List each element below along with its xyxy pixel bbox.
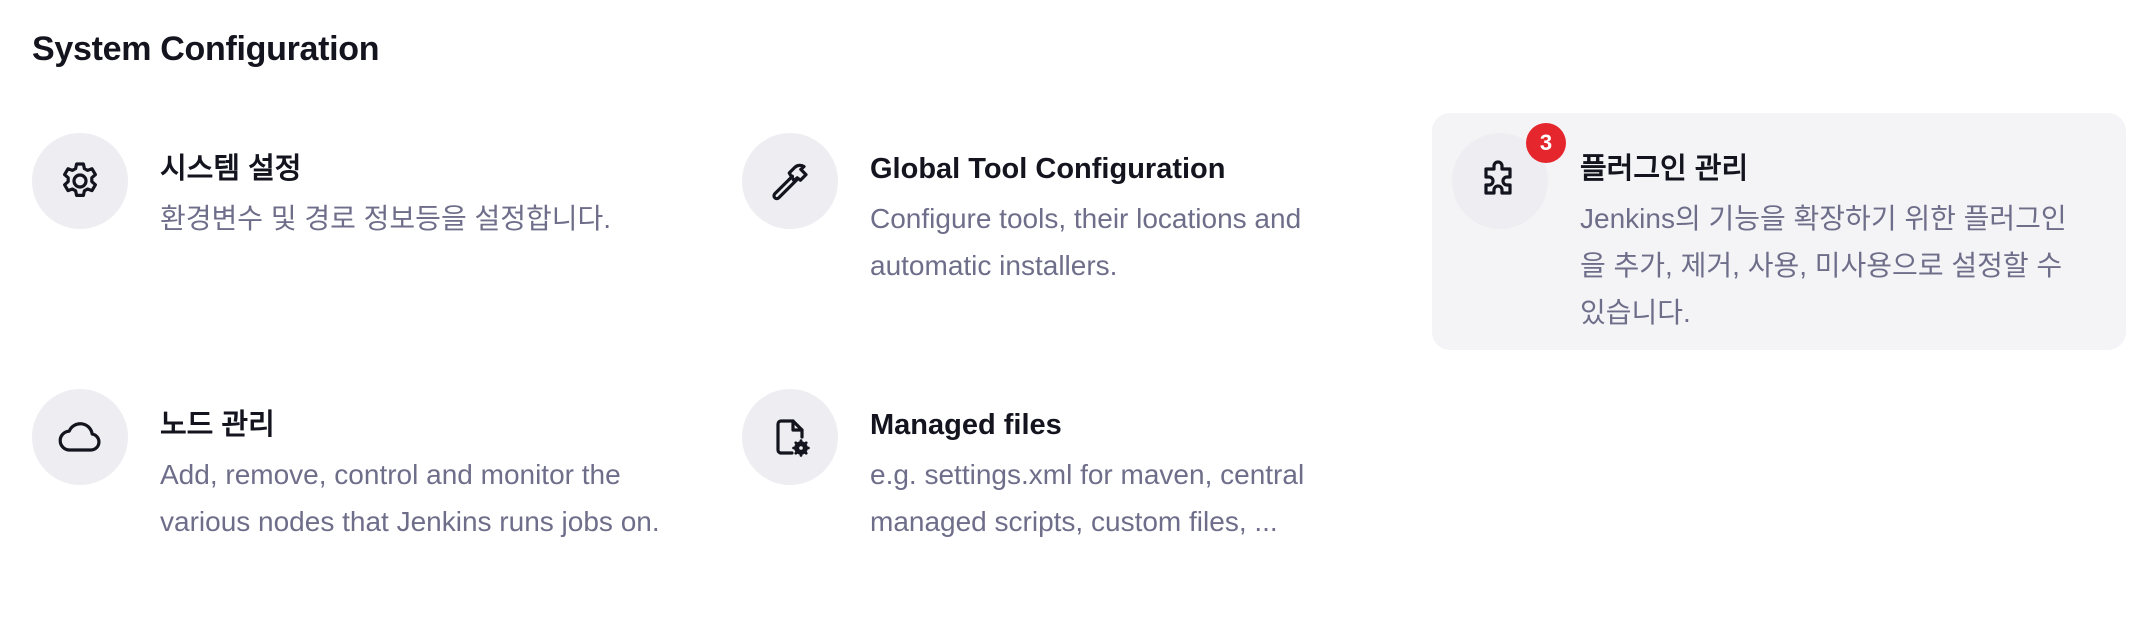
cloud-icon xyxy=(32,389,128,485)
tile-title: 노드 관리 xyxy=(160,409,275,441)
tile-managed-files[interactable]: Managed files e.g. settings.xml for mave… xyxy=(742,389,1382,545)
puzzle-icon: 3 xyxy=(1452,123,1566,229)
gear-icon xyxy=(32,133,128,229)
tile-plugin-manager[interactable]: 3 플러그인 관리 Jenkins의 기능을 확장하기 위한 플러그인을 추가,… xyxy=(1432,113,2126,350)
file-gear-icon xyxy=(742,389,838,485)
tile-title: Managed files xyxy=(870,409,1062,441)
tile-title: 플러그인 관리 xyxy=(1580,153,1749,185)
tile-description: Configure tools, their locations and aut… xyxy=(870,203,1302,281)
plugin-update-badge: 3 xyxy=(1526,123,1566,163)
tile-title: 시스템 설정 xyxy=(160,153,302,185)
tile-title: Global Tool Configuration xyxy=(870,153,1226,185)
tile-description: e.g. settings.xml for maven, central man… xyxy=(870,459,1305,537)
tile-description: Add, remove, control and monitor the var… xyxy=(160,459,660,537)
tile-description: Jenkins의 기능을 확장하기 위한 플러그인을 추가, 제거, 사용, 미… xyxy=(1580,203,2067,328)
hammer-icon xyxy=(742,133,838,229)
section-title: System Configuration xyxy=(32,30,380,68)
tile-node-management[interactable]: 노드 관리 Add, remove, control and monitor t… xyxy=(32,389,672,545)
tile-global-tool-configuration[interactable]: Global Tool Configuration Configure tool… xyxy=(742,133,1382,289)
tile-system-settings[interactable]: 시스템 설정 환경변수 및 경로 정보등을 설정합니다. xyxy=(32,133,672,242)
tile-description: 환경변수 및 경로 정보등을 설정합니다. xyxy=(160,203,612,234)
